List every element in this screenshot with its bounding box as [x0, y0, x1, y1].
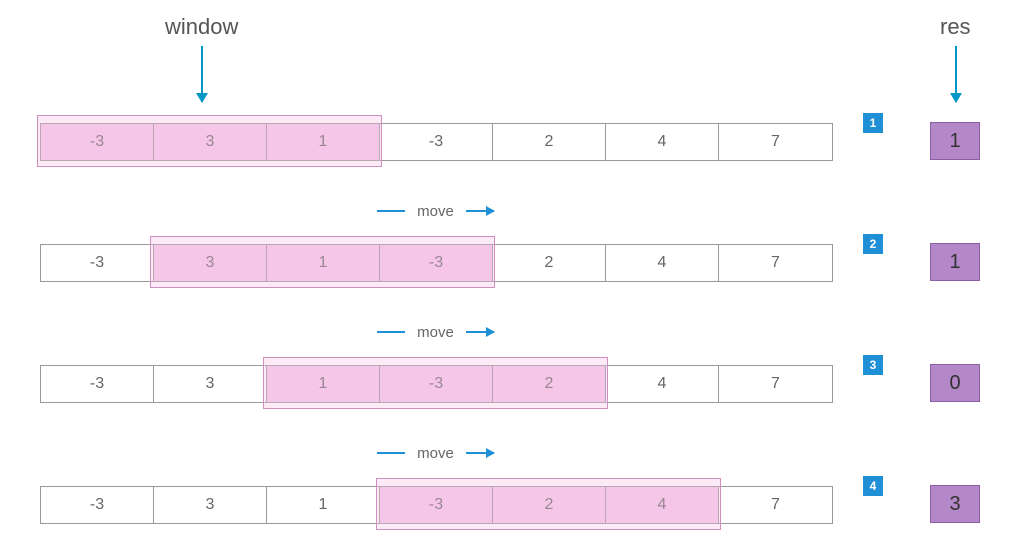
array-cell: 7 [719, 366, 832, 402]
array-cell: 4 [606, 245, 719, 281]
array-cell: 2 [493, 366, 606, 402]
move-indicator: move [40, 442, 831, 464]
move-label: move [417, 324, 454, 341]
stage-row: -331-324743 [40, 476, 980, 536]
stage-row: -331-324721 [40, 234, 980, 294]
arrow-down-icon [201, 46, 203, 102]
array-cell: 7 [719, 124, 832, 160]
array-cell: 3 [154, 487, 267, 523]
array-cell: -3 [41, 245, 154, 281]
array-cell: 1 [267, 487, 380, 523]
array: -331-3247 [40, 244, 833, 282]
arrow-right-icon [466, 210, 494, 212]
array-cell: 1 [267, 245, 380, 281]
array-cell: 2 [493, 124, 606, 160]
arrow-right-icon [377, 331, 405, 333]
move-label: move [417, 203, 454, 220]
array-cell: 4 [606, 487, 719, 523]
step-badge: 3 [863, 355, 883, 375]
stage-row: -331-324730 [40, 355, 980, 415]
arrow-right-icon [377, 452, 405, 454]
move-label: move [417, 445, 454, 462]
arrow-right-icon [377, 210, 405, 212]
result-box: 1 [930, 122, 980, 160]
result-box: 3 [930, 485, 980, 523]
array-cell: -3 [41, 487, 154, 523]
step-badge: 4 [863, 476, 883, 496]
array: -331-3247 [40, 486, 833, 524]
array-cell: -3 [380, 124, 493, 160]
array-cell: 2 [493, 487, 606, 523]
array-cell: -3 [380, 487, 493, 523]
array-cell: -3 [380, 366, 493, 402]
arrow-down-icon [955, 46, 957, 102]
result-box: 1 [930, 243, 980, 281]
array-cell: 1 [267, 124, 380, 160]
move-indicator: move [40, 200, 831, 222]
step-badge: 2 [863, 234, 883, 254]
result-box: 0 [930, 364, 980, 402]
array-cell: -3 [41, 366, 154, 402]
array-cell: -3 [380, 245, 493, 281]
step-badge: 1 [863, 113, 883, 133]
array-cell: -3 [41, 124, 154, 160]
array-cell: 7 [719, 245, 832, 281]
array-cell: 3 [154, 124, 267, 160]
array: -331-3247 [40, 123, 833, 161]
arrow-right-icon [466, 452, 494, 454]
move-indicator: move [40, 321, 831, 343]
array-cell: 3 [154, 245, 267, 281]
window-label: window [165, 14, 238, 40]
array: -331-3247 [40, 365, 833, 403]
stage-row: -331-324711 [40, 113, 980, 173]
array-cell: 2 [493, 245, 606, 281]
array-cell: 3 [154, 366, 267, 402]
array-cell: 7 [719, 487, 832, 523]
array-cell: 1 [267, 366, 380, 402]
arrow-right-icon [466, 331, 494, 333]
res-label: res [940, 14, 971, 40]
array-cell: 4 [606, 124, 719, 160]
array-cell: 4 [606, 366, 719, 402]
